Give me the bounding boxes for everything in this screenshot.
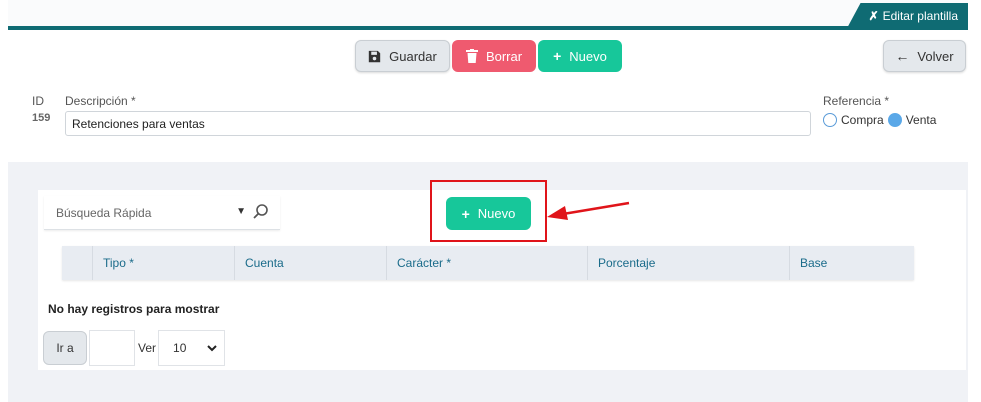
pager: Ir a Ver 10 xyxy=(43,330,226,366)
radio-venta[interactable] xyxy=(887,113,902,127)
column-tipo[interactable]: Tipo * xyxy=(93,246,235,280)
page-size-value: 10 xyxy=(173,341,187,355)
page: ✗ Editar plantilla Guardar Borrar + Nuev… xyxy=(0,0,981,402)
back-button[interactable]: ← Volver xyxy=(883,40,966,72)
column-cuenta[interactable]: Cuenta xyxy=(235,246,387,280)
reference-radio-group: Compra Venta xyxy=(823,113,936,127)
toolbar: Guardar Borrar + Nuevo ← Volver xyxy=(0,40,981,72)
new-button[interactable]: + Nuevo xyxy=(538,40,622,72)
new-label: Nuevo xyxy=(569,48,607,64)
back-label: Volver xyxy=(917,48,954,64)
quick-search-placeholder: Búsqueda Rápida xyxy=(56,205,152,220)
column-caracter[interactable]: Carácter * xyxy=(387,246,588,280)
search-icon[interactable] xyxy=(252,203,270,221)
caret-down-icon[interactable]: ▼ xyxy=(236,206,246,217)
save-button[interactable]: Guardar xyxy=(355,40,450,72)
column-porcentaje[interactable]: Porcentaje xyxy=(588,246,790,280)
chevron-down-icon xyxy=(207,345,217,352)
edit-template-label: Editar plantilla xyxy=(882,9,958,23)
column-base[interactable]: Base xyxy=(790,246,914,280)
radio-venta-label: Venta xyxy=(905,113,937,127)
view-label: Ver xyxy=(138,341,157,355)
column-selector xyxy=(62,246,93,280)
radio-compra-label: Compra xyxy=(841,113,884,127)
edit-template-button[interactable]: ✗ Editar plantilla xyxy=(846,3,968,29)
trash-icon xyxy=(465,49,478,63)
floppy-disk-icon xyxy=(368,50,381,62)
delete-button[interactable]: Borrar xyxy=(452,40,536,72)
goto-label: Ir a xyxy=(56,341,74,355)
annotation-arrow-icon xyxy=(547,201,630,220)
id-label: ID xyxy=(32,94,44,108)
top-band: ✗ Editar plantilla xyxy=(8,0,968,30)
arrow-left-icon: ← xyxy=(895,48,910,64)
goto-page-button[interactable]: Ir a xyxy=(43,331,87,365)
goto-page-input[interactable] xyxy=(89,330,135,366)
save-label: Guardar xyxy=(389,48,437,64)
plus-icon: + xyxy=(553,48,562,64)
highlight-box xyxy=(430,180,547,242)
delete-label: Borrar xyxy=(485,48,523,64)
page-size-select[interactable]: 10 xyxy=(158,330,226,366)
quick-search-input[interactable]: Búsqueda Rápida ▼ xyxy=(44,196,280,230)
radio-compra[interactable] xyxy=(823,113,837,127)
id-value: 159 xyxy=(32,112,51,124)
header-form: ID 159 Descripción * Referencia * Compra… xyxy=(24,86,952,144)
description-input[interactable] xyxy=(65,111,811,136)
empty-message: No hay registros para mostrar xyxy=(48,302,220,316)
description-label: Descripción * xyxy=(65,94,136,108)
table-header: Tipo * Cuenta Carácter * Porcentaje Base xyxy=(62,246,914,280)
wrench-icon: ✗ xyxy=(868,9,879,23)
reference-label: Referencia * xyxy=(823,94,890,108)
